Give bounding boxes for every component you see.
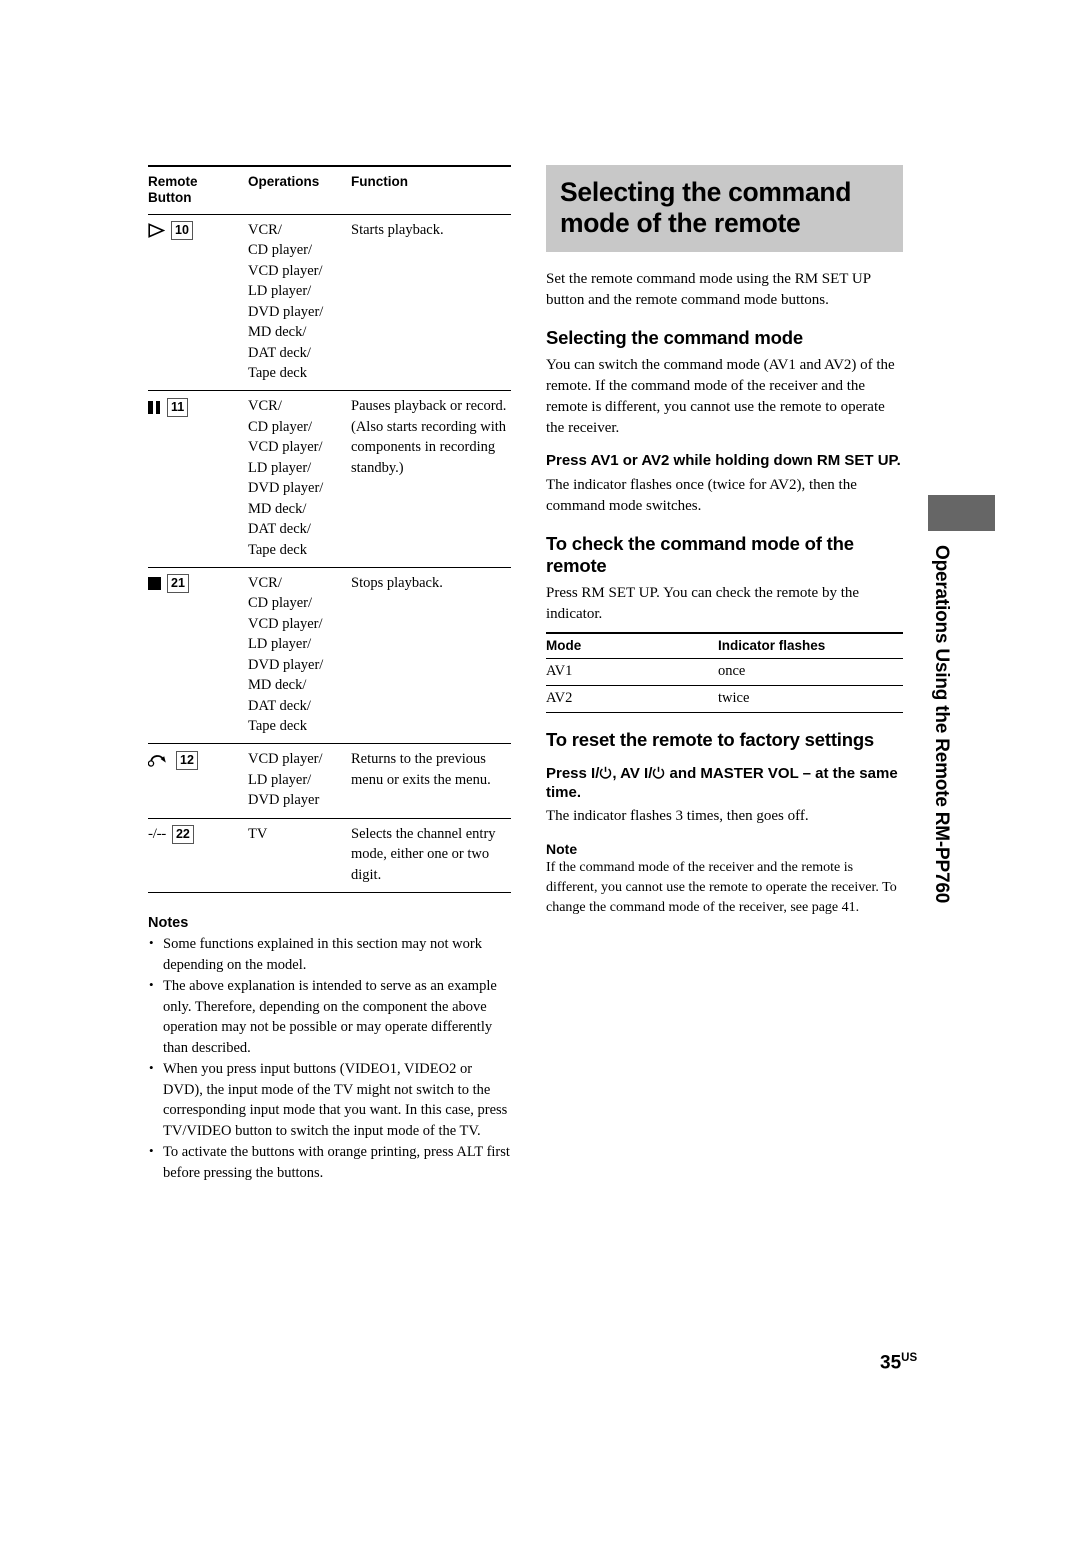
mode-column-header: Mode — [546, 632, 718, 660]
button-number-badge: 11 — [167, 397, 189, 417]
column-header-operations: Operations — [248, 174, 320, 189]
table-row: 11 VCR/ CD player/ VCD player/ LD player… — [148, 390, 511, 568]
notes-title: Notes — [148, 915, 189, 932]
instruction-part-2: , AV I/ — [612, 764, 653, 782]
heading-reset-to-factory: To reset the remote to factory settings — [546, 729, 875, 751]
mode-indicator-table: Mode Indicator flashes AV1 once AV2 twic… — [546, 632, 903, 714]
table-bottom-rule — [148, 892, 511, 894]
table-row: AV2 twice — [546, 685, 903, 714]
instruction-part-1: Press I/ — [546, 764, 600, 782]
heading-selecting-command-mode: Selecting the command mode — [546, 327, 803, 348]
remote-button-cell: 12 — [147, 744, 248, 818]
section-banner: Selecting the command mode of the remote — [546, 165, 903, 252]
function-cell: Selects the channel entry mode, either o… — [351, 825, 496, 883]
list-item: Some functions explained in this section… — [148, 934, 511, 975]
return-icon — [147, 753, 170, 768]
table-row: 10 VCR/ CD player/ VCD player/ LD player… — [148, 214, 511, 391]
list-item: When you press input buttons (VIDEO1, VI… — [148, 1059, 511, 1141]
section3-result: The indicator flashes 3 times, then goes… — [546, 808, 809, 825]
remote-button-cell: 11 — [148, 391, 248, 568]
flashes-value: once — [718, 658, 903, 687]
column-header-function: Function — [351, 174, 408, 189]
notes-list: Some functions explained in this section… — [148, 934, 511, 1183]
function-cell: Stops playback. — [351, 574, 443, 591]
side-tab-marker — [928, 495, 995, 531]
dash-label: -/-- — [148, 825, 166, 842]
intro-paragraph: Set the remote command mode using the RM… — [546, 271, 871, 308]
operations-cell: VCD player/ LD player/ DVD player — [248, 751, 323, 809]
table-header-row: Remote Button Operations Function — [148, 166, 511, 214]
left-column: Remote Button Operations Function 10 VCR… — [147, 165, 511, 1184]
remote-button-cell: -/-- 22 — [148, 818, 248, 892]
remote-button-cell: 10 — [148, 214, 248, 391]
operations-cell: VCR/ CD player/ VCD player/ LD player/ D… — [248, 221, 324, 381]
table-row: 21 VCR/ CD player/ VCD player/ LD player… — [148, 567, 511, 744]
operations-cell: TV — [248, 825, 268, 842]
function-cell: Starts playback. — [351, 221, 444, 238]
list-item: To activate the buttons with orange prin… — [148, 1142, 511, 1183]
stop-icon — [148, 577, 161, 591]
note-body: If the command mode of the receiver and … — [546, 860, 897, 915]
power-icon — [599, 766, 612, 779]
button-number-badge: 22 — [171, 824, 194, 844]
note-title: Note — [546, 841, 578, 858]
mode-table-header-row: Mode Indicator flashes — [546, 632, 903, 660]
section2-body: Press RM SET UP. You can check the remot… — [546, 585, 860, 623]
page-number: 35US — [880, 1352, 917, 1374]
flashes-value: twice — [718, 685, 903, 714]
function-cell: Returns to the previous menu or exits th… — [351, 751, 491, 788]
heading-check-command-mode: To check the command mode of the remote — [546, 533, 854, 577]
notes-block: Notes Some functions explained in this s… — [148, 915, 511, 1183]
indicator-flashes-column-header: Indicator flashes — [718, 632, 903, 660]
header-line-2: Button — [148, 190, 192, 206]
table-row: AV1 once — [546, 658, 903, 687]
play-icon — [148, 223, 165, 238]
operations-cell: VCR/ CD player/ VCD player/ LD player/ D… — [248, 574, 324, 734]
table-row: -/-- 22 TV Selects the channel entry mode… — [148, 818, 511, 892]
button-number-badge: 21 — [167, 574, 189, 594]
column-header-remote-button: Remote Button — [148, 166, 248, 214]
header-line-1: Remote — [148, 174, 198, 189]
button-number-badge: 12 — [176, 750, 198, 770]
section1-result: The indicator flashes once (twice for AV… — [546, 477, 857, 515]
page-number-region: US — [901, 1352, 918, 1364]
pause-icon — [148, 400, 161, 414]
instruction-reset-buttons: Press I/, AV I/ and MASTER VOL – at the … — [546, 765, 903, 803]
instruction-press-av1-av2: Press AV1 or AV2 while holding down RM S… — [546, 452, 901, 470]
page-number-value: 35 — [880, 1352, 902, 1374]
bottom-rule — [148, 892, 511, 894]
right-column: Selecting the command mode of the remote… — [546, 165, 903, 917]
list-item: The above explanation is intended to ser… — [148, 976, 511, 1058]
side-tab-label: Operations Using the Remote RM-PP760 — [931, 545, 952, 904]
button-number-badge: 10 — [171, 221, 193, 241]
function-cell: Pauses playback or record. (Also starts … — [351, 398, 507, 476]
remote-button-table: Remote Button Operations Function 10 VCR… — [147, 165, 511, 894]
section1-body: You can switch the command mode (AV1 and… — [546, 357, 895, 437]
power-icon — [652, 766, 665, 779]
remote-button-cell: 21 — [148, 567, 248, 744]
mode-value: AV2 — [546, 685, 718, 714]
table-row: 12 VCD player/ LD player/ DVD player Ret… — [147, 743, 511, 818]
page-title: Selecting the command mode of the remote — [560, 177, 852, 238]
mode-value: AV1 — [546, 658, 718, 687]
operations-cell: VCR/ CD player/ VCD player/ LD player/ D… — [248, 398, 324, 558]
